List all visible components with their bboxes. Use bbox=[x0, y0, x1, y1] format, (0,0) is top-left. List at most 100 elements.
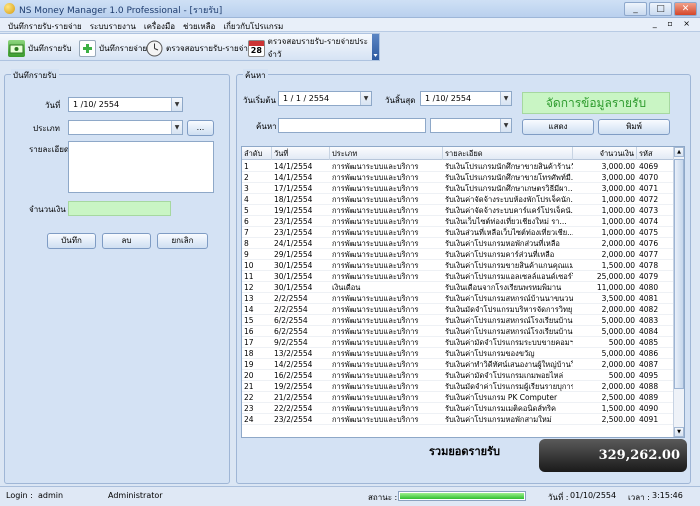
app-coin-icon bbox=[4, 3, 15, 14]
table-header: ลำดับ วันที่ ประเภท รายละเอียด จำนวนเงิน… bbox=[242, 147, 674, 160]
table-row[interactable]: 19 14/2/2554 การพัฒนาระบบและบริการ รับเงินค… bbox=[242, 359, 674, 370]
table-row[interactable]: 11 30/1/2554 การพัฒนาระบบและบริการ รับเงินค… bbox=[242, 271, 674, 282]
header-detail[interactable]: รายละเอียด bbox=[443, 147, 573, 160]
table-row[interactable]: 5 19/1/2554 การพัฒนาระบบและบริการ รับเงินค่… bbox=[242, 205, 674, 216]
toolbar-expense-label: บันทึกรายจ่าย bbox=[99, 43, 148, 53]
chevron-down-icon[interactable]: ▼ bbox=[171, 98, 182, 111]
scroll-up-icon[interactable]: ▲ bbox=[674, 147, 684, 157]
show-button[interactable]: แสดง bbox=[522, 119, 594, 135]
type-label: ประเภท bbox=[33, 124, 60, 133]
table-row[interactable]: 2 14/1/2554 การพัฒนาระบบและบริการ รับเงินโป… bbox=[242, 172, 674, 183]
document-add-icon bbox=[79, 39, 96, 57]
keyword-input[interactable] bbox=[278, 118, 426, 133]
filter-select[interactable]: ▼ bbox=[430, 118, 512, 133]
toolbar-income-button[interactable]: บันทึกรายรับ bbox=[8, 37, 72, 59]
table-row[interactable]: 14 2/2/2554 การพัฒนาระบบและบริการ รับเงินมั… bbox=[242, 304, 674, 315]
date-label: วันที่ bbox=[45, 101, 61, 110]
record-income-title: บันทึกรายรับ bbox=[11, 69, 59, 82]
end-date-value: 1 /10/ 2554 bbox=[425, 94, 472, 103]
search-title: ค้นหา bbox=[243, 69, 268, 82]
chevron-down-icon[interactable]: ▼ bbox=[171, 121, 182, 134]
table-row[interactable]: 9 29/1/2554 การพัฒนาระบบและบริการ รับเงินค่… bbox=[242, 249, 674, 260]
manage-income-button[interactable]: จัดการข้อมูลรายรับ bbox=[522, 92, 670, 114]
end-date-picker[interactable]: 1 /10/ 2554 ▼ bbox=[420, 91, 512, 106]
toolbar-overflow-button[interactable] bbox=[372, 34, 379, 60]
table-scrollbar[interactable]: ▲ ▼ bbox=[673, 147, 684, 437]
header-date[interactable]: วันที่ bbox=[272, 147, 330, 160]
print-button[interactable]: พิมพ์ bbox=[598, 119, 670, 135]
status-date: 01/10/2554 bbox=[570, 491, 617, 500]
header-code[interactable]: รหัส bbox=[637, 147, 674, 160]
income-table: ลำดับ วันที่ ประเภท รายละเอียด จำนวนเงิน… bbox=[241, 146, 685, 438]
amount-label: จำนวนเงิน bbox=[29, 205, 66, 214]
menu-bar: บันทึกรายรับ-รายจ่าย ระบบรายงาน เครื่องม… bbox=[0, 18, 700, 32]
table-row[interactable]: 16 6/2/2554 การพัฒนาระบบและบริการ รับเงินค่… bbox=[242, 326, 674, 337]
table-row[interactable]: 7 23/1/2554 การพัฒนาระบบและบริการ รับเงินส่… bbox=[242, 227, 674, 238]
mdi-window-controls[interactable]: _ ▫ × bbox=[653, 19, 694, 28]
scroll-thumb[interactable] bbox=[674, 159, 684, 389]
cell-type: การพัฒนาระบบและบริการ bbox=[332, 415, 419, 424]
progress-fill bbox=[400, 493, 524, 499]
money-add-icon bbox=[8, 39, 25, 57]
table-row[interactable]: 8 24/1/2554 การพัฒนาระบบและบริการ รับเงินค่… bbox=[242, 238, 674, 249]
menu-help[interactable]: ช่วยเหลือ bbox=[183, 20, 215, 33]
total-income-label: รวมยอดรายรับ bbox=[429, 445, 500, 458]
login-label: Login : bbox=[6, 491, 33, 500]
menu-reports[interactable]: ระบบรายงาน bbox=[90, 20, 136, 33]
menu-about[interactable]: เกี่ยวกับโปรแกรม bbox=[223, 20, 283, 33]
header-amount[interactable]: จำนวนเงิน bbox=[573, 147, 637, 160]
table-row[interactable]: 21 19/2/2554 การพัฒนาระบบและบริการ รับเงินม… bbox=[242, 381, 674, 392]
table-row[interactable]: 20 16/2/2554 การพัฒนาระบบและบริการ รับเงินค… bbox=[242, 370, 674, 381]
minimize-button[interactable]: _ bbox=[624, 2, 647, 16]
cell-amount: 2,500.00 bbox=[601, 415, 635, 424]
toolbar-check-daily-button[interactable]: 28 ตรวจสอบรายรับ-รายจ่ายประจำวั bbox=[248, 37, 379, 59]
table-row[interactable]: 17 9/2/2554 การพัฒนาระบบและบริการ รับเงินค่… bbox=[242, 337, 674, 348]
amount-field[interactable] bbox=[68, 201, 171, 216]
calendar-day-number: 28 bbox=[250, 45, 262, 55]
table-row[interactable]: 24 23/2/2554 การพัฒนาระบบและบริการ รับเงินค… bbox=[242, 414, 674, 425]
table-row[interactable]: 4 18/1/2554 การพัฒนาระบบและบริการ รับเงินค่… bbox=[242, 194, 674, 205]
table-row[interactable]: 1 14/1/2554 การพัฒนาระบบและบริการ รับเงินโป… bbox=[242, 161, 674, 172]
delete-button[interactable]: ลบ bbox=[102, 233, 151, 249]
menu-income-expense[interactable]: บันทึกรายรับ-รายจ่าย bbox=[8, 20, 82, 33]
header-type[interactable]: ประเภท bbox=[330, 147, 443, 160]
start-date-value: 1 / 1 / 2554 bbox=[283, 94, 330, 103]
status-time: 3:15:46 bbox=[652, 491, 683, 500]
table-row[interactable]: 3 17/1/2554 การพัฒนาระบบและบริการ รับเงินโป… bbox=[242, 183, 674, 194]
toolbar-expense-button[interactable]: บันทึกรายจ่าย bbox=[79, 37, 147, 59]
table-row[interactable]: 10 30/1/2554 การพัฒนาระบบและบริการ รับเงินค… bbox=[242, 260, 674, 271]
save-button[interactable]: บันทึก bbox=[47, 233, 96, 249]
table-row[interactable]: 13 2/2/2554 การพัฒนาระบบและบริการ รับเงินค่… bbox=[242, 293, 674, 304]
cell-no: 24 bbox=[244, 415, 254, 424]
header-no[interactable]: ลำดับ bbox=[242, 147, 272, 160]
cancel-button[interactable]: ยกเลิก bbox=[157, 233, 208, 249]
cell-detail: รับเงินค่าโปรแกรมหอพักสามใหม่ bbox=[445, 415, 552, 424]
table-row[interactable]: 12 30/1/2554 เงินเดือน รับเงินเดือนจากโรงเร… bbox=[242, 282, 674, 293]
total-income-value: 329,262.00 bbox=[539, 439, 687, 472]
table-row[interactable]: 6 23/1/2554 การพัฒนาระบบและบริการ รับเงินเว… bbox=[242, 216, 674, 227]
date-status-label: วันที่ : bbox=[548, 493, 569, 502]
table-row[interactable]: 23 22/2/2554 การพัฒนาระบบและบริการ รับเงินค… bbox=[242, 403, 674, 414]
menu-tools[interactable]: เครื่องมือ bbox=[144, 20, 175, 33]
chevron-down-icon[interactable]: ▼ bbox=[500, 119, 511, 132]
start-date-picker[interactable]: 1 / 1 / 2554 ▼ bbox=[278, 91, 372, 106]
table-row[interactable]: 15 6/2/2554 การพัฒนาระบบและบริการ รับเงินค่… bbox=[242, 315, 674, 326]
scroll-down-icon[interactable]: ▼ bbox=[674, 427, 684, 437]
close-button[interactable]: ✕ bbox=[674, 2, 697, 16]
toolbar-check-daily-label: ตรวจสอบรายรับ-รายจ่ายประจำวั bbox=[267, 37, 368, 59]
status-progress-bar bbox=[398, 491, 526, 501]
table-row[interactable]: 18 13/2/2554 การพัฒนาระบบและบริการ รับเงินค… bbox=[242, 348, 674, 359]
chevron-down-icon[interactable]: ▼ bbox=[500, 92, 511, 105]
date-picker[interactable]: 1 /10/ 2554 ▼ bbox=[68, 97, 183, 112]
toolbar-check-label: ตรวจสอบรายรับ-รายจ่าย bbox=[166, 43, 253, 53]
browse-type-button[interactable]: ... bbox=[187, 120, 214, 136]
time-label: เวลา : bbox=[628, 493, 650, 502]
maximize-button[interactable]: □ bbox=[649, 2, 672, 16]
record-income-panel: บันทึกรายรับ วันที่ 1 /10/ 2554 ▼ ประเภท… bbox=[4, 69, 230, 484]
detail-textarea[interactable] bbox=[68, 141, 214, 193]
cell-code: 4091 bbox=[639, 415, 659, 424]
toolbar-check-button[interactable]: ตรวจสอบรายรับ-รายจ่าย bbox=[146, 37, 253, 59]
table-row[interactable]: 22 21/2/2554 การพัฒนาระบบและบริการ รับเงินค… bbox=[242, 392, 674, 403]
chevron-down-icon[interactable]: ▼ bbox=[360, 92, 371, 105]
type-select[interactable]: ▼ bbox=[68, 120, 183, 135]
